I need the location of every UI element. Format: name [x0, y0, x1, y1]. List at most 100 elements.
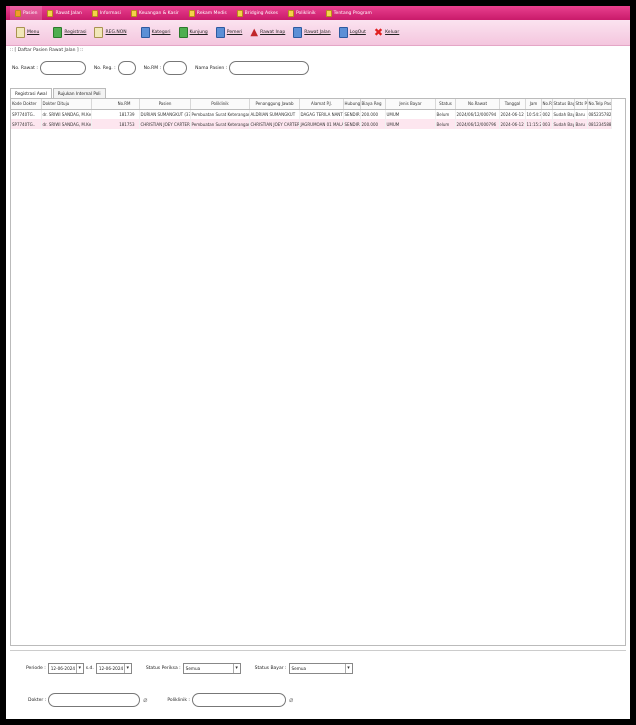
table-cell: SENDIRI — [343, 109, 361, 119]
tab-bar: Registrasi Awal Rujukan Internal Poli — [10, 88, 107, 98]
menu-icon — [16, 27, 25, 38]
status-bayar-select[interactable]: Semua ▾ — [288, 663, 353, 674]
no-rm-label: No.RM : — [143, 65, 162, 71]
tab-rujukan-internal-poli[interactable]: Rujukan Internal Poli — [52, 88, 106, 98]
table-cell: Baru — [574, 109, 588, 119]
pemeri-button[interactable]: Pemeri — [212, 22, 247, 44]
exit-icon: ✖ — [373, 25, 384, 39]
inpatient-icon: ▲ — [250, 26, 259, 38]
examine-icon — [215, 27, 225, 38]
period-row: Periode : 12-06-2024 ▾ s.d. 12-06-2024 ▾ S… — [26, 663, 355, 674]
table-cell: 10:54:34 — [525, 109, 542, 119]
table-cell: Sudah Bayar — [552, 119, 575, 129]
no-rawat-input[interactable] — [39, 61, 86, 75]
menu-informasi[interactable]: Informasi — [87, 6, 126, 20]
table-cell: 200.000 — [360, 109, 386, 119]
table-row[interactable]: SP7740TG.. dr. SRIWI SANDAG, M.Kes 18173… — [11, 109, 612, 119]
rawat-inap-button[interactable]: ▲ Rawat Inap — [246, 22, 289, 44]
table-cell: SP7740TG.. — [11, 119, 42, 129]
column-header[interactable]: No.Rawat — [455, 99, 500, 110]
keluar-button[interactable]: ✖ Keluar — [370, 22, 403, 44]
column-header[interactable]: Hubungan P.J. — [343, 99, 361, 110]
menu-keuangan-kasir[interactable]: Keuangan & Kasir — [126, 6, 184, 20]
nama-pasien-input[interactable] — [229, 61, 310, 75]
search-filter: No. Rawat : No. Reg. : No.RM : Nama Pasi… — [12, 58, 612, 78]
table-cell: CHRISTIAN JOEY CARTERBU.. — [139, 119, 191, 129]
column-header[interactable]: Jenis Bayar — [385, 99, 436, 110]
reg-non-icon — [94, 27, 104, 38]
column-header[interactable]: Status — [435, 99, 456, 110]
chevron-down-icon[interactable]: ▾ — [344, 664, 352, 673]
table-cell: ALDRIAN SUMANGKUT — [249, 109, 300, 119]
column-header[interactable]: Penanggung Jawab — [249, 99, 300, 110]
column-header[interactable]: Kode Dokter — [11, 99, 42, 110]
dokter-input[interactable] — [48, 693, 141, 707]
folder-icon — [47, 9, 54, 17]
folder-icon — [188, 9, 195, 17]
table-cell: DURIAN SUMANGKUT (37 TH) — [139, 109, 191, 119]
column-header[interactable]: Jam — [525, 99, 542, 110]
chevron-down-icon[interactable]: ▾ — [75, 664, 83, 673]
poliklinik-input[interactable] — [191, 693, 286, 707]
table-cell: 181753 — [91, 119, 140, 129]
column-header[interactable]: Pasien — [139, 99, 191, 110]
reg-non-button[interactable]: REG.NON — [90, 22, 130, 44]
column-header[interactable]: Biaya Reg — [360, 99, 386, 110]
registrasi-button[interactable]: Registrasi — [49, 22, 90, 44]
table-cell: SENDIRI — [343, 119, 361, 129]
folder-icon — [91, 9, 98, 17]
table-cell: CHRISTIAN JOEY CARTERBU.. — [249, 119, 300, 129]
column-header[interactable]: Tanggal — [499, 99, 526, 110]
table-cell: 2024/06/12/000796 — [455, 119, 500, 129]
column-header[interactable]: No.Reg — [541, 99, 553, 110]
table-cell: 2024-06-12 — [499, 119, 526, 129]
kunjung-button[interactable]: Kunjung — [175, 22, 212, 44]
menu-bridging-askes[interactable]: Bridging Askes — [232, 6, 283, 20]
rawat-jalan-button[interactable]: Rawat Jalan — [289, 22, 334, 44]
menu-poliklinik[interactable]: Poliklinik — [283, 6, 321, 20]
info-icon — [325, 9, 332, 17]
table-cell: 085235782511 — [587, 109, 612, 119]
column-header[interactable]: Status Bayar — [552, 99, 575, 110]
menu-rawat-jalan[interactable]: Rawat Jalan — [42, 6, 86, 20]
folder-icon — [130, 9, 137, 17]
no-reg-input[interactable] — [117, 61, 136, 75]
chevron-down-icon[interactable]: ▾ — [123, 664, 131, 673]
date-to-picker[interactable]: 12-06-2024 ▾ — [95, 663, 132, 674]
status-bayar-label: Status Bayar : — [254, 666, 287, 671]
menu-bar: Pasien Rawat Jalan Informasi Keuangan & … — [6, 6, 630, 20]
folder-icon — [15, 9, 21, 17]
table-cell: Belum — [435, 119, 456, 129]
status-periksa-select[interactable]: Semua ▾ — [182, 663, 241, 674]
table-cell: Baru — [574, 119, 588, 129]
table-cell: Belum — [435, 109, 456, 119]
logout-icon — [338, 27, 348, 38]
tab-registrasi-awal[interactable]: Registrasi Awal — [10, 88, 52, 98]
no-rm-input[interactable] — [163, 61, 188, 75]
table-cell: DAGAG TERILA NANTOLOG.. — [299, 109, 344, 119]
paperclip-icon[interactable]: ⌀ — [143, 696, 147, 704]
date-from-picker[interactable]: 12-06-2024 ▾ — [47, 663, 84, 674]
menu-pasien[interactable]: Pasien — [10, 6, 43, 20]
table-cell: UMUM — [385, 119, 436, 129]
logout-button[interactable]: LogOut — [335, 22, 370, 44]
column-header[interactable]: Alamat P.J. — [299, 99, 344, 110]
menu-tentang-program[interactable]: Tentang Program — [321, 6, 377, 20]
sd-label: s.d. — [85, 666, 94, 671]
paperclip-icon[interactable]: ⌀ — [289, 696, 293, 704]
patient-table[interactable]: Kode Dokter Dokter Dituju No.RM Pasien P… — [10, 98, 626, 646]
column-header[interactable]: No.Telp Pasien — [587, 99, 612, 110]
table-cell: Pembuatan Surat Keterangan Bebas.. — [190, 119, 250, 129]
nama-pasien-label: Nama Pasien : — [195, 65, 228, 71]
column-header[interactable]: Dokter Dituju — [41, 99, 92, 110]
column-header[interactable]: No.RM — [91, 99, 140, 110]
chevron-down-icon[interactable]: ▾ — [232, 664, 240, 673]
table-cell: 002 — [541, 109, 553, 119]
table-cell: JAGRUMOAN 01 MALALAYANA.. — [299, 119, 344, 129]
menu-button[interactable]: Menu — [12, 22, 43, 44]
table-row[interactable]: SP7740TG.. dr. SRIWI SANDAG, M.Kes 18175… — [11, 119, 612, 129]
menu-rekam-medis[interactable]: Rekam Medis — [184, 6, 232, 20]
column-header[interactable]: Poliklinik — [190, 99, 250, 110]
kategori-button[interactable]: Kategori — [137, 22, 175, 44]
column-header[interactable]: Stts Poli — [574, 99, 588, 110]
